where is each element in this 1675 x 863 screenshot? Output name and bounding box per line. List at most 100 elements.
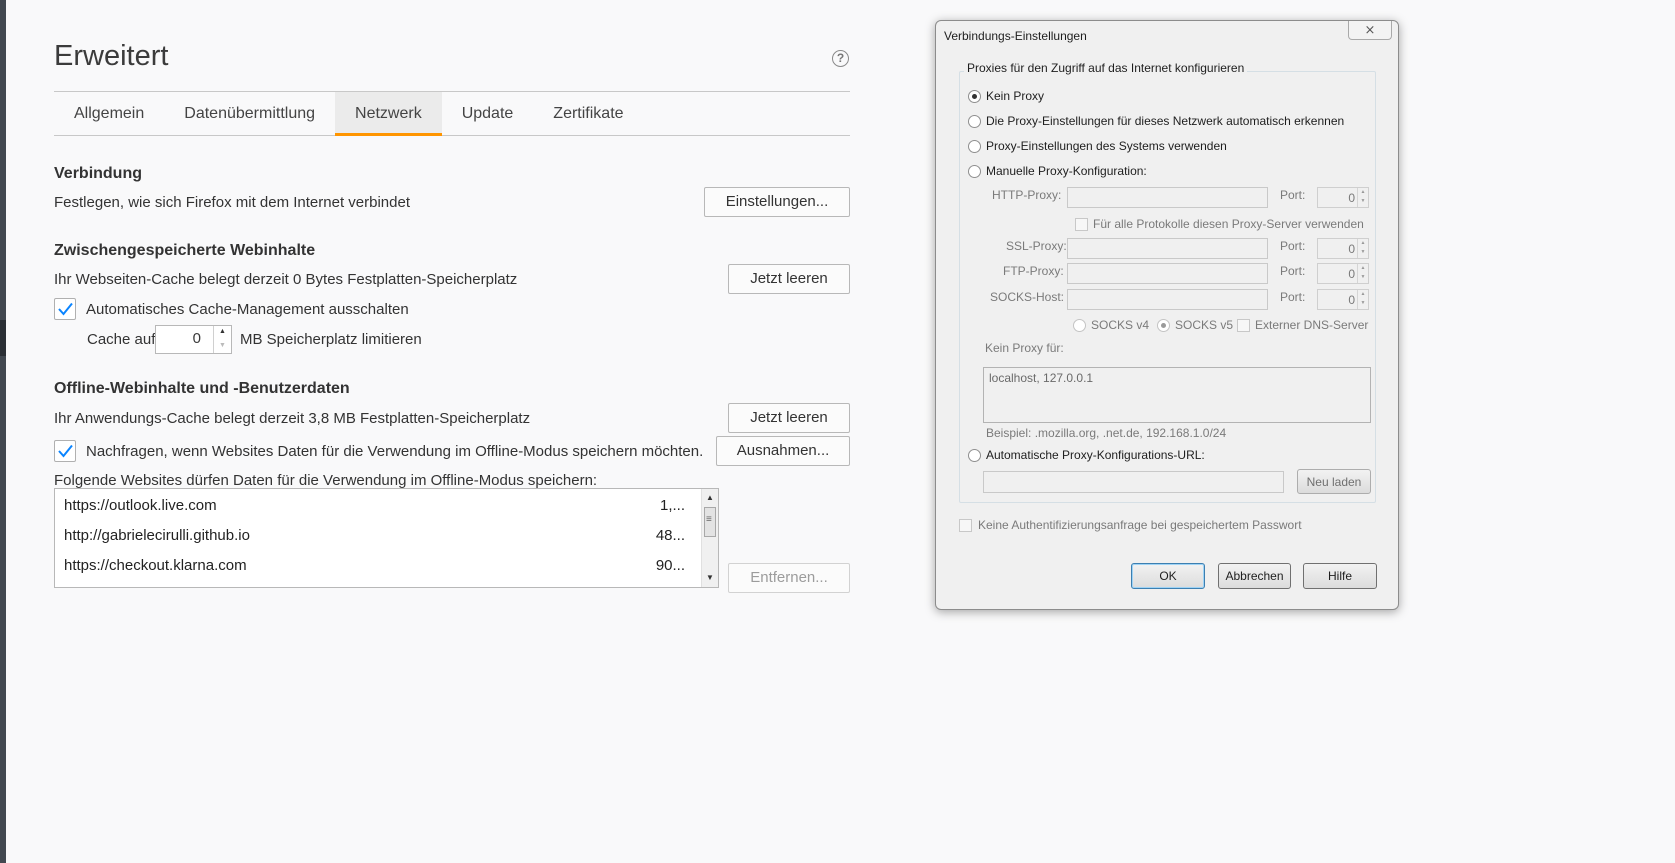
http-port-stepper[interactable]: 0 ▲ ▼ — [1317, 187, 1369, 208]
question-circle-icon[interactable]: ? — [832, 50, 849, 67]
share-all-label: Für alle Protokolle diesen Proxy-Server … — [1093, 217, 1364, 231]
http-port-label: Port: — [1280, 188, 1306, 202]
reload-button[interactable]: Neu laden — [1297, 469, 1371, 494]
verbindung-description: Festlegen, wie sich Firefox mit dem Inte… — [54, 194, 410, 211]
radio-system-proxy[interactable] — [968, 140, 981, 153]
cache-description: Ihr Webseiten-Cache belegt derzeit 0 Byt… — [54, 271, 518, 288]
no-auth-prompt-checkbox[interactable] — [959, 519, 972, 532]
stepper-arrows-icon[interactable]: ▲ ▼ — [1357, 239, 1368, 258]
offline-description: Ihr Anwendungs-Cache belegt derzeit 3,8 … — [54, 410, 531, 427]
list-item[interactable]: https://checkout.klarna.com 90... — [55, 551, 700, 580]
offline-sites-list[interactable]: https://outlook.live.com 1,... http://ga… — [54, 488, 719, 588]
cache-limit-prefix: Cache auf — [87, 331, 156, 348]
socks-host-input[interactable] — [1067, 289, 1268, 310]
scroll-thumb[interactable] — [704, 507, 716, 537]
share-all-checkbox[interactable] — [1075, 218, 1088, 231]
radio-socks-v5[interactable] — [1157, 319, 1170, 332]
ssl-port-value: 0 — [1348, 242, 1355, 256]
cache-limit-suffix: MB Speicherplatz limitieren — [240, 331, 422, 348]
http-proxy-label: HTTP-Proxy: — [992, 188, 1062, 202]
remote-dns-checkbox[interactable] — [1237, 319, 1250, 332]
dialog-title: Verbindungs-Einstellungen — [944, 29, 1087, 43]
list-item[interactable]: https://outlook.live.com 1,... — [55, 491, 700, 520]
http-port-value: 0 — [1348, 191, 1355, 205]
ftp-proxy-label: FTP-Proxy: — [1003, 264, 1064, 278]
stepper-arrows[interactable]: ▲ ▼ — [213, 326, 231, 353]
clear-cache-button[interactable]: Jetzt leeren — [728, 264, 850, 294]
site-url: https://checkout.klarna.com — [64, 557, 247, 574]
ask-offline-checkbox[interactable] — [54, 440, 76, 462]
radio-manual-proxy[interactable] — [968, 165, 981, 178]
tab-netzwerk[interactable]: Netzwerk — [335, 92, 442, 136]
site-size: 48... — [655, 527, 685, 544]
socks-port-stepper[interactable]: 0 ▲ ▼ — [1317, 289, 1369, 310]
auto-detect-label: Die Proxy-Einstellungen für dieses Netzw… — [986, 114, 1345, 128]
tab-allgemein[interactable]: Allgemein — [54, 92, 164, 136]
checkmark-icon — [58, 444, 73, 458]
page-title: Erweitert — [54, 40, 169, 72]
ftp-port-label: Port: — [1280, 264, 1306, 278]
list-scrollbar[interactable]: ▲ ▼ — [701, 489, 718, 587]
arrow-down-icon[interactable]: ▼ — [214, 340, 231, 354]
ok-button[interactable]: OK — [1131, 563, 1205, 589]
no-proxy-for-label: Kein Proxy für: — [985, 341, 1064, 355]
remote-dns-label: Externer DNS-Server — [1255, 318, 1369, 332]
cache-limit-value: 0 — [192, 330, 201, 347]
section-title-verbindung: Verbindung — [54, 165, 142, 182]
scroll-up-icon[interactable]: ▲ — [702, 491, 718, 505]
tab-zertifikate[interactable]: Zertifikate — [533, 92, 643, 136]
no-auth-prompt-label: Keine Authentifizierungsanfrage bei gesp… — [978, 518, 1302, 532]
sites-list-caption: Folgende Websites dürfen Daten für die V… — [54, 472, 598, 489]
http-proxy-input[interactable] — [1067, 187, 1268, 208]
socks-port-label: Port: — [1280, 290, 1306, 304]
section-title-cache: Zwischengespeicherte Webinhalte — [54, 242, 316, 259]
auto-config-url-input[interactable] — [983, 471, 1284, 493]
remove-site-button[interactable]: Entfernen... — [728, 563, 850, 593]
ssl-proxy-input[interactable] — [1067, 238, 1268, 259]
radio-auto-detect[interactable] — [968, 115, 981, 128]
socks-v5-label: SOCKS v5 — [1175, 318, 1234, 332]
tab-datenuebermittlung[interactable]: Datenübermittlung — [164, 92, 335, 136]
site-size: 90... — [655, 557, 685, 574]
ftp-port-value: 0 — [1348, 267, 1355, 281]
socks-port-value: 0 — [1348, 293, 1355, 307]
connection-settings-button[interactable]: Einstellungen... — [704, 187, 850, 217]
ftp-proxy-input[interactable] — [1067, 263, 1268, 284]
socks-v4-label: SOCKS v4 — [1091, 318, 1150, 332]
socks-host-label: SOCKS-Host: — [990, 290, 1065, 304]
site-size: 1,... — [659, 497, 685, 514]
help-button[interactable]: Hilfe — [1303, 563, 1377, 589]
ssl-proxy-label: SSL-Proxy: — [1006, 239, 1067, 253]
clear-offline-button[interactable]: Jetzt leeren — [728, 403, 850, 433]
arrow-up-icon[interactable]: ▲ — [214, 326, 231, 340]
stepper-arrows-icon[interactable]: ▲ ▼ — [1357, 264, 1368, 283]
site-url: https://outlook.live.com — [64, 497, 217, 514]
close-icon[interactable]: ⨯ — [1348, 21, 1392, 40]
radio-socks-v4[interactable] — [1073, 319, 1086, 332]
connection-settings-dialog: Verbindungs-Einstellungen ⨯ Proxies für … — [935, 20, 1399, 610]
checkmark-icon — [58, 302, 73, 316]
radio-no-proxy[interactable] — [968, 90, 981, 103]
ssl-port-stepper[interactable]: 0 ▲ ▼ — [1317, 238, 1369, 259]
cache-limit-stepper[interactable]: 0 ▲ ▼ — [155, 325, 232, 354]
ssl-port-label: Port: — [1280, 239, 1306, 253]
cancel-button[interactable]: Abbrechen — [1218, 563, 1291, 589]
system-proxy-label: Proxy-Einstellungen des Systems verwende… — [986, 139, 1227, 153]
scroll-down-icon[interactable]: ▼ — [702, 571, 718, 585]
stepper-arrows-icon[interactable]: ▲ ▼ — [1357, 188, 1368, 207]
list-item[interactable]: http://gabrielecirulli.github.io 48... — [55, 521, 700, 550]
auto-cache-label: Automatisches Cache-Management ausschalt… — [86, 301, 409, 318]
section-title-offline: Offline-Webinhalte und -Benutzerdaten — [54, 380, 350, 397]
exceptions-button[interactable]: Ausnahmen... — [716, 436, 850, 466]
tab-update[interactable]: Update — [442, 92, 534, 136]
ask-offline-label: Nachfragen, wenn Websites Daten für die … — [86, 443, 704, 460]
no-proxy-label: Kein Proxy — [986, 89, 1045, 103]
auto-config-url-label: Automatische Proxy-Konfigurations-URL: — [986, 448, 1205, 462]
no-proxy-example: Beispiel: .mozilla.org, .net.de, 192.168… — [986, 426, 1227, 440]
radio-auto-config-url[interactable] — [968, 449, 981, 462]
no-proxy-for-input[interactable]: localhost, 127.0.0.1 — [983, 367, 1371, 423]
auto-cache-checkbox[interactable] — [54, 298, 76, 320]
stepper-arrows-icon[interactable]: ▲ ▼ — [1357, 290, 1368, 309]
ftp-port-stepper[interactable]: 0 ▲ ▼ — [1317, 263, 1369, 284]
window-left-edge — [0, 0, 6, 863]
